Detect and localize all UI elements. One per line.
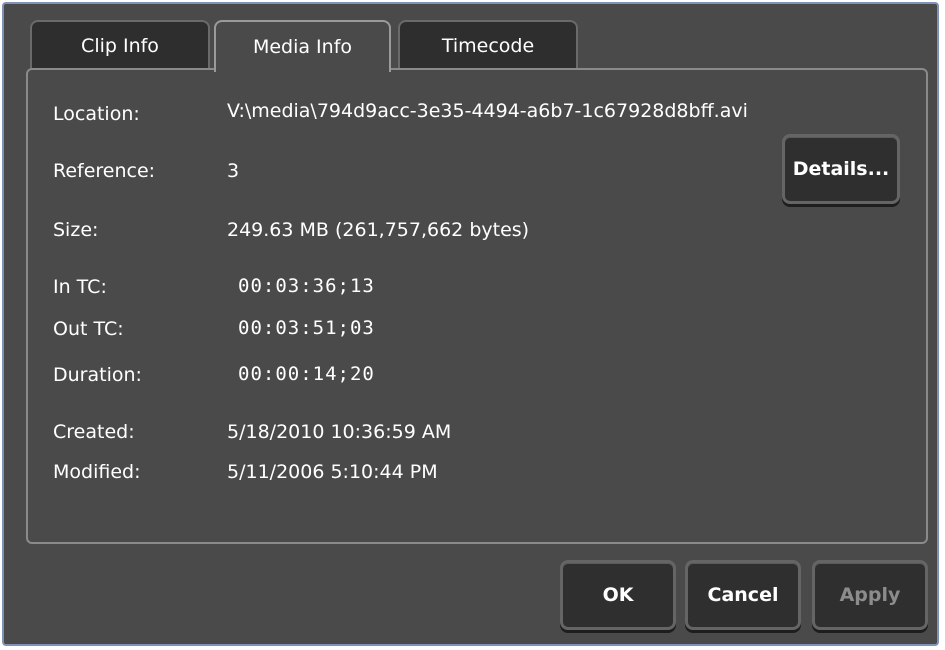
fields-layer: Location: V:\media\794d9acc-3e35-4494-a6…	[0, 0, 945, 650]
out-tc-value: 00:03:51;03	[238, 317, 375, 339]
ok-button[interactable]: OK	[560, 560, 676, 630]
out-tc-label: Out TC:	[53, 318, 124, 340]
duration-value: 00:00:14;20	[238, 363, 375, 385]
location-value: V:\media\794d9acc-3e35-4494-a6b7-1c67928…	[227, 100, 748, 122]
modified-label: Modified:	[53, 461, 141, 483]
created-value: 5/18/2010 10:36:59 AM	[227, 421, 452, 443]
duration-label: Duration:	[53, 364, 142, 386]
location-label: Location:	[53, 103, 140, 125]
details-button[interactable]: Details...	[782, 134, 900, 204]
apply-button[interactable]: Apply	[812, 560, 928, 630]
in-tc-label: In TC:	[53, 276, 107, 298]
created-label: Created:	[53, 421, 135, 443]
in-tc-value: 00:03:36;13	[238, 275, 375, 297]
size-value: 249.63 MB (261,757,662 bytes)	[227, 219, 530, 241]
cancel-button[interactable]: Cancel	[685, 560, 801, 630]
reference-label: Reference:	[53, 160, 156, 182]
reference-value: 3	[227, 160, 240, 182]
modified-value: 5/11/2006 5:10:44 PM	[227, 461, 438, 483]
size-label: Size:	[53, 219, 99, 241]
